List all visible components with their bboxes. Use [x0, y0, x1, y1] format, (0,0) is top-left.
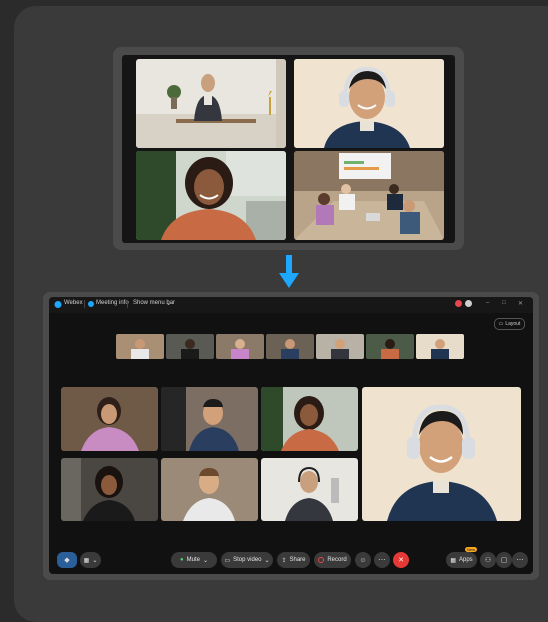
mute-label: Mute: [186, 557, 200, 563]
chevron-down-icon: ⌄: [92, 557, 98, 564]
person-image: [161, 387, 239, 451]
grid-icon: ▦: [83, 557, 90, 564]
chevron-down-icon: ⌄: [202, 557, 208, 564]
record-icon: [318, 557, 325, 563]
person-image: [285, 466, 339, 521]
video-tile[interactable]: [161, 458, 258, 521]
person-image: [294, 59, 444, 148]
webex-assistant-button[interactable]: ◆: [57, 552, 77, 568]
recording-indicator-icon: [455, 300, 462, 307]
layout-button[interactable]: ▭ Layout: [494, 318, 525, 330]
share-label: Share: [289, 557, 306, 563]
filmstrip-thumbnail[interactable]: [366, 334, 414, 359]
person-image: [61, 458, 135, 521]
person-image: [281, 339, 299, 359]
more-options-button[interactable]: ⋯: [374, 552, 390, 568]
person-image: [294, 151, 444, 240]
person-image: [231, 339, 249, 359]
person-image: [381, 339, 399, 359]
participants-button[interactable]: ⚇: [480, 552, 496, 568]
view-options-button[interactable]: ▦ ⌄: [80, 552, 101, 568]
meeting-info-link[interactable]: Meeting info: [96, 300, 129, 306]
chat-button[interactable]: ▢: [496, 552, 512, 568]
smiley-icon: ☺: [359, 556, 367, 564]
video-tile-active-speaker[interactable]: [362, 387, 521, 521]
webex-logo-icon: [54, 301, 62, 308]
person-image: [131, 339, 149, 359]
more-icon: ⋯: [378, 557, 386, 564]
minimize-icon[interactable]: –: [486, 300, 489, 306]
app-name: Webex: [64, 300, 83, 306]
apps-new-badge: New: [465, 547, 478, 552]
video-tile-man-headphones: [294, 59, 444, 148]
chevron-down-icon[interactable]: ⌄: [166, 300, 171, 307]
maximize-icon[interactable]: □: [502, 300, 506, 306]
more-panels-button[interactable]: ⋯: [512, 552, 528, 568]
filmstrip-thumbnail[interactable]: [266, 334, 314, 359]
reactions-button[interactable]: ☺: [355, 552, 371, 568]
person-image: [181, 339, 199, 359]
share-button[interactable]: ⇪ Share: [277, 552, 310, 568]
filmstrip-thumbnail[interactable]: [316, 334, 364, 359]
camera-icon: ▭: [224, 557, 231, 564]
divider: [84, 300, 85, 308]
stop-video-label: Stop video: [233, 557, 262, 563]
person-image: [431, 339, 449, 359]
layout-label: Layout: [505, 321, 521, 327]
video-tile[interactable]: [61, 387, 158, 451]
more-icon: ⋯: [516, 557, 524, 564]
end-meeting-button[interactable]: ✕: [393, 552, 409, 568]
video-tile-meeting-room: [294, 151, 444, 240]
filmstrip-thumbnail[interactable]: [166, 334, 214, 359]
mute-button[interactable]: ● Mute ⌄: [171, 552, 217, 568]
person-image: [136, 151, 286, 240]
info-icon: [88, 301, 94, 307]
user-avatar[interactable]: [465, 300, 472, 307]
chevron-down-icon: ⌄: [264, 557, 270, 564]
layout-icon: ▭: [498, 321, 504, 327]
video-tile[interactable]: [161, 387, 258, 451]
filmstrip-thumbnail[interactable]: [116, 334, 164, 359]
apps-label: Apps: [458, 557, 473, 563]
participants-icon: ⚇: [484, 557, 492, 564]
chat-icon: ▢: [500, 557, 508, 564]
video-tile-woman-smiling: [136, 151, 286, 240]
video-tile[interactable]: [261, 458, 358, 521]
apps-icon: ▦: [450, 557, 456, 564]
video-tile[interactable]: [61, 458, 158, 521]
person-image: [387, 404, 497, 521]
stop-video-button[interactable]: ▭ Stop video ⌄: [221, 552, 273, 568]
close-icon: ✕: [398, 557, 404, 564]
filmstrip-thumbnail[interactable]: [216, 334, 264, 359]
share-icon: ⇪: [281, 557, 287, 564]
close-icon[interactable]: ✕: [518, 300, 523, 307]
assistant-icon: ◆: [64, 557, 70, 564]
record-label: Record: [327, 557, 347, 563]
person-image: [183, 468, 235, 521]
apps-button[interactable]: ▦ Apps: [446, 552, 477, 568]
person-image: [136, 59, 286, 148]
person-image: [261, 387, 339, 451]
filmstrip-thumbnail[interactable]: [416, 334, 464, 359]
microphone-icon: ●: [180, 557, 184, 563]
record-button[interactable]: Record: [314, 552, 351, 568]
video-tile[interactable]: [261, 387, 358, 451]
person-image: [81, 397, 139, 451]
person-image: [331, 339, 349, 359]
down-arrow-icon: [279, 255, 299, 288]
divider: [127, 300, 128, 308]
video-tile-man-office: [136, 59, 286, 148]
